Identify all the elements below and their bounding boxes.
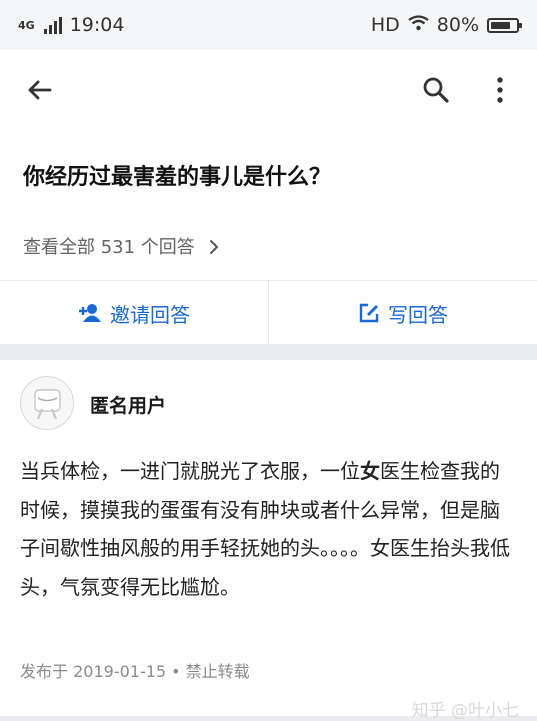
author-name[interactable]: 匿名用户 [90, 391, 166, 418]
status-left: 4G 19:04 [18, 14, 124, 36]
write-answer-button[interactable]: 写回答 [269, 281, 537, 345]
signal-icon [43, 16, 62, 34]
answer-meta: 发布于 2019-01-15 • 禁止转载 [20, 662, 250, 681]
answer-text-emphasis: 女 [360, 459, 380, 483]
question-actions: 邀请回答 写回答 [0, 280, 537, 345]
view-all-answers-link[interactable]: 查看全部 531 个回答 [23, 233, 219, 260]
wifi-icon [408, 14, 429, 36]
question-panel: 你经历过最害羞的事儿是什么？ 查看全部 531 个回答 邀请回答 写回答 [0, 50, 537, 345]
avatar-icon[interactable] [20, 376, 74, 430]
battery-percent: 80% [436, 14, 479, 36]
write-answer-label: 写回答 [388, 302, 448, 327]
network-label: 4G [18, 18, 35, 32]
invite-answer-label: 邀请回答 [110, 302, 190, 327]
more-button[interactable] [482, 72, 518, 108]
question-title[interactable]: 你经历过最害羞的事儿是什么？ [23, 163, 513, 193]
invite-answer-button[interactable]: 邀请回答 [0, 281, 268, 345]
search-icon [423, 77, 449, 103]
answer-card: 匿名用户 当兵体检，一进门就脱光了衣服，一位女医生检查我的时候，摸摸我的蛋蛋有没… [0, 360, 537, 721]
write-icon [359, 303, 379, 323]
search-button[interactable] [418, 72, 454, 108]
watermark: 知乎 @叶小七 [411, 701, 519, 721]
status-right: HD 80% [370, 14, 522, 36]
answer-text-before: 当兵体检，一进门就脱光了衣服，一位 [20, 459, 360, 483]
answer-content: 当兵体检，一进门就脱光了衣服，一位女医生检查我的时候，摸摸我的蛋蛋有没有肿块或者… [20, 452, 515, 606]
answer-count-label: 查看全部 531 个回答 [23, 237, 195, 258]
status-bar: 4G 19:04 HD 80% [0, 0, 537, 50]
back-button[interactable] [22, 72, 58, 108]
battery-icon [487, 17, 522, 33]
invite-icon [79, 304, 101, 322]
hd-label: HD [370, 14, 400, 36]
battery-fill [491, 21, 510, 29]
back-arrow-icon [28, 80, 52, 100]
chevron-right-icon [209, 239, 219, 260]
status-time: 19:04 [69, 14, 125, 36]
app-bar [0, 50, 537, 130]
more-vert-icon [497, 77, 503, 103]
